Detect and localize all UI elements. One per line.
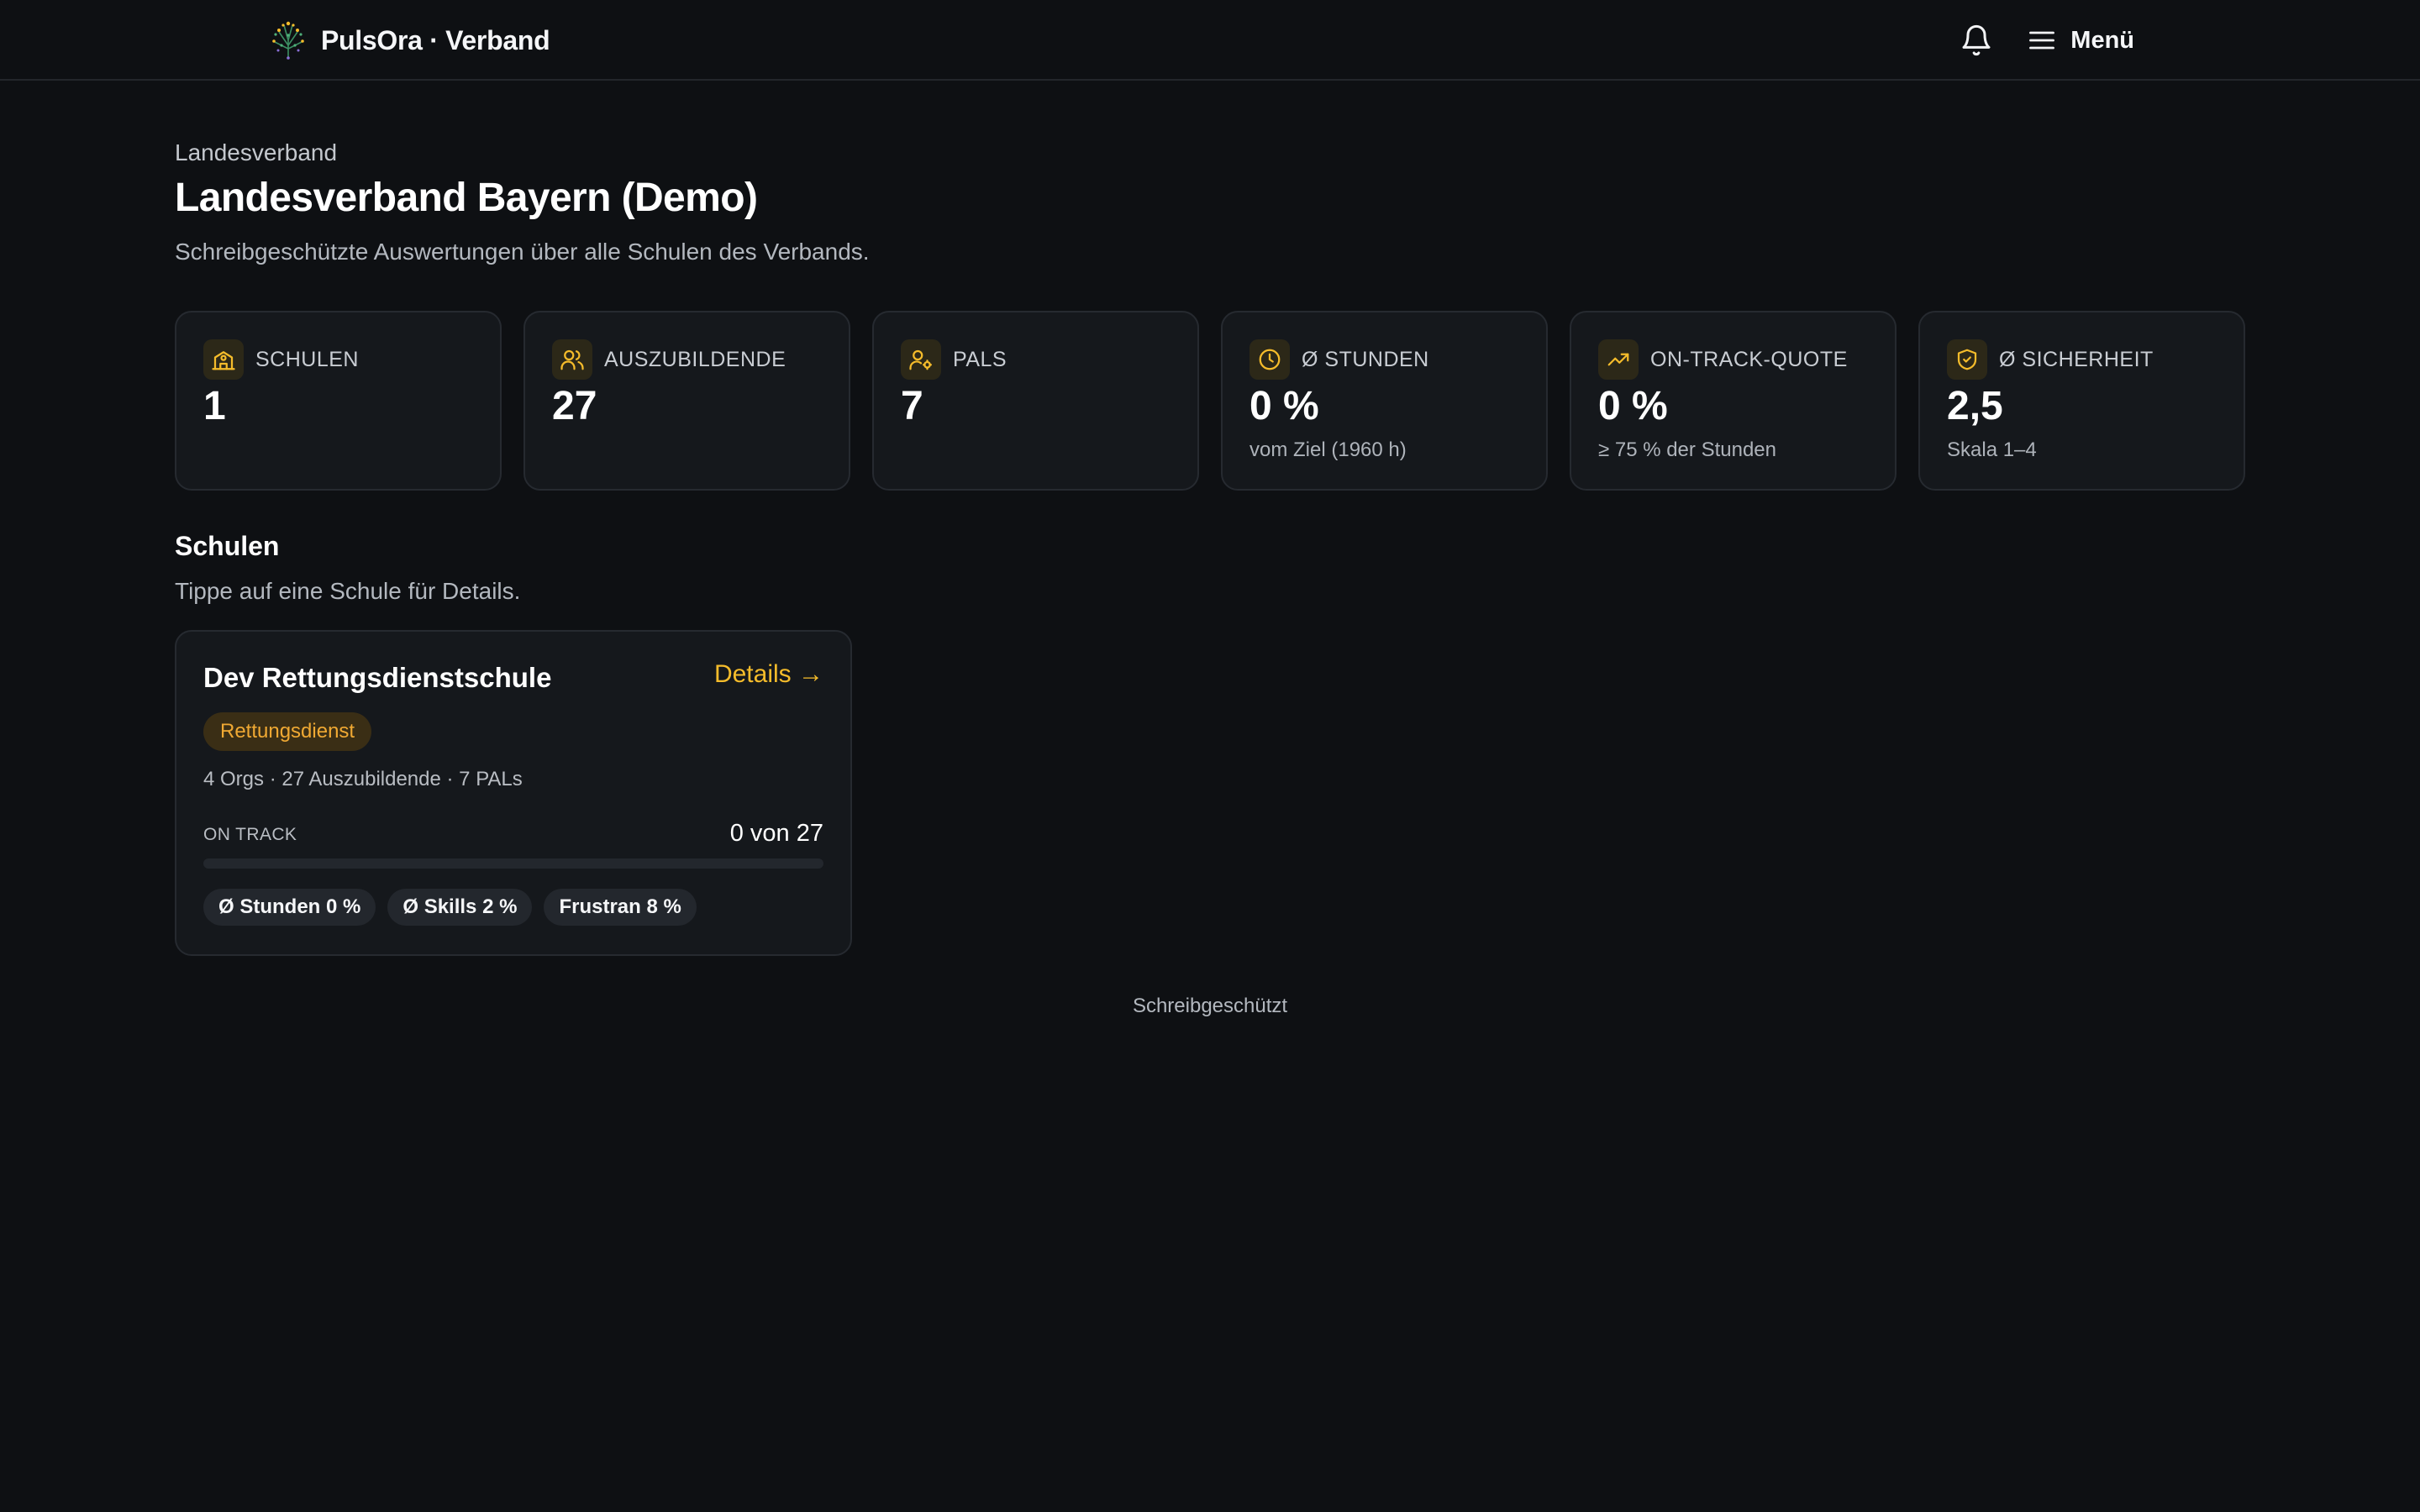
page-title: Landesverband Bayern (Demo)	[175, 176, 758, 220]
bell-icon	[1962, 24, 1991, 56]
on-track-progress-bar	[203, 858, 823, 869]
stat-value: 0 %	[1249, 384, 1319, 428]
school-icon	[203, 339, 244, 380]
school-name: Dev Rettungsdienstschule	[203, 662, 552, 693]
details-link[interactable]: Details →	[714, 660, 823, 689]
on-track-count: 0 von 27	[729, 820, 823, 847]
brand-name: PulsOra · Verband	[321, 24, 550, 55]
chip-hours: Ø Stunden 0 %	[203, 889, 376, 926]
chip-skills: Ø Skills 2 %	[387, 889, 533, 926]
stat-label: Ø STUNDEN	[1302, 347, 1429, 371]
section-title-schools: Schulen	[175, 531, 280, 561]
brand-logo-icon	[272, 21, 304, 60]
stat-value: 1	[203, 384, 226, 428]
stat-card-on-track: ON-TRACK-QUOTE 0 % ≥ 75 % der Stunden	[1570, 311, 1897, 491]
stat-card-schools: SCHULEN 1	[175, 311, 502, 491]
stat-card-pals: PALS 7	[872, 311, 1199, 491]
stat-subtext: Skala 1–4	[1947, 438, 2037, 461]
page-subtitle: Schreibgeschützte Auswertungen über alle…	[175, 239, 870, 265]
shield-check-icon	[1947, 339, 1987, 380]
stat-value: 2,5	[1947, 384, 2003, 428]
notifications-button[interactable]	[1956, 20, 1996, 60]
category-tag: Rettungsdienst	[203, 712, 372, 751]
stat-label: AUSZUBILDENDE	[604, 347, 786, 371]
stat-card-trainees: AUSZUBILDENDE 27	[523, 311, 850, 491]
stat-card-safety: Ø SICHERHEIT 2,5 Skala 1–4	[1918, 311, 2245, 491]
menu-button[interactable]: Menü	[2027, 18, 2134, 62]
users-icon	[552, 339, 592, 380]
stat-value: 0 %	[1598, 384, 1668, 428]
on-track-label: ON TRACK	[203, 825, 297, 844]
stat-label: ON-TRACK-QUOTE	[1650, 347, 1848, 371]
page-eyebrow: Landesverband	[175, 139, 338, 165]
stats-row: SCHULEN 1 AUSZUBILDENDE 27 PALS 7 Ø STUN…	[175, 311, 2245, 491]
top-actions: Menü	[1956, 18, 2134, 62]
stat-card-hours: Ø STUNDEN 0 % vom Ziel (1960 h)	[1221, 311, 1548, 491]
stat-subtext: ≥ 75 % der Stunden	[1598, 438, 1776, 461]
school-card[interactable]: Dev Rettungsdienstschule Details → Rettu…	[175, 630, 852, 956]
stat-subtext: vom Ziel (1960 h)	[1249, 438, 1407, 461]
stat-label: Ø SICHERHEIT	[1999, 347, 2154, 371]
section-hint: Tippe auf eine Schule für Details.	[175, 578, 521, 604]
trending-up-icon	[1598, 339, 1639, 380]
hamburger-icon	[2029, 31, 2055, 50]
school-meta: 4 Orgs · 27 Auszubildende · 7 PALs	[203, 768, 523, 790]
top-bar: PulsOra · Verband Menü	[0, 0, 2420, 81]
read-only-note: Schreibgeschützt	[1132, 995, 1288, 1017]
menu-label: Menü	[2070, 26, 2134, 54]
user-cog-icon	[901, 339, 941, 380]
clock-icon	[1249, 339, 1290, 380]
brand[interactable]: PulsOra · Verband	[271, 20, 550, 60]
stat-label: SCHULEN	[255, 347, 359, 371]
chip-frustran: Frustran 8 %	[544, 889, 697, 926]
stat-label: PALS	[953, 347, 1007, 371]
stat-value: 27	[552, 384, 597, 428]
stat-value: 7	[901, 384, 923, 428]
metric-chips: Ø Stunden 0 % Ø Skills 2 % Frustran 8 %	[203, 889, 697, 926]
